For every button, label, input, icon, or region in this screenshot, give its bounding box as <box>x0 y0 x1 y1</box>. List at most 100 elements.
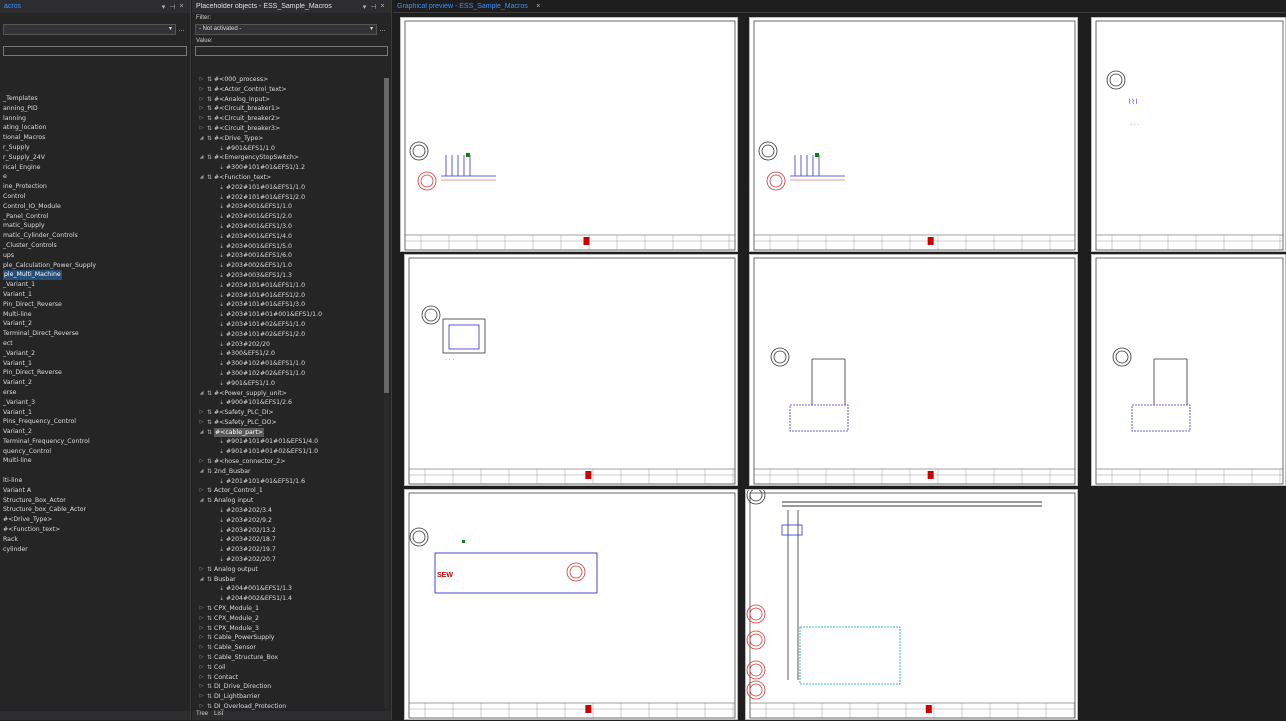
placeholder-tree-item[interactable]: ▷ ⇅ DI_Lightbarrier <box>192 692 381 702</box>
placeholder-tree-item[interactable]: ⇣ #201#101#01&EFS1/1.6 <box>192 477 381 487</box>
macro-tree-item[interactable]: ple_Multi_Machine <box>0 270 190 281</box>
placeholder-tree-item[interactable]: ⇣ #203#101#02&EFS1/2.0 <box>192 330 381 340</box>
placeholder-tree-item[interactable]: ▷ ⇅ CPX_Module_2 <box>192 614 381 624</box>
expand-arrow-icon[interactable]: ▷ <box>198 624 205 634</box>
macro-tree-item[interactable]: matic_Supply <box>0 221 190 231</box>
macro-tree-item[interactable]: tional_Macros <box>0 133 190 143</box>
scrollbar-thumb[interactable] <box>384 78 389 393</box>
macro-tree-item[interactable]: #<Drive_Type> <box>0 515 190 525</box>
macro-tree-item[interactable]: Control <box>0 192 190 202</box>
expand-arrow-icon[interactable]: ◢ <box>198 153 205 163</box>
schematic-sheet-preview[interactable] <box>745 489 1078 720</box>
placeholder-tree-item[interactable]: ⇣ #203#202/9.2 <box>192 516 381 526</box>
macros-value-input[interactable] <box>3 46 187 56</box>
macro-tree-item[interactable]: _Variant_3 <box>0 398 190 408</box>
placeholder-tree-item[interactable]: ⇣ #203#101#01&EFS1/2.0 <box>192 291 381 301</box>
placeholder-tree-item[interactable]: ⇣ #300#102#02&EFS1/1.0 <box>192 369 381 379</box>
expand-arrow-icon[interactable]: ◢ <box>198 428 205 438</box>
macro-tree-item[interactable]: lti-line <box>0 476 190 486</box>
placeholder-tree-item[interactable]: ⇣ #203#001&EFS1/1.0 <box>192 202 381 212</box>
placeholder-tree-item[interactable]: ⇣ #300#101#01&EFS1/1.2 <box>192 163 381 173</box>
placeholder-tree-item[interactable]: ▷ ⇅ Analog output <box>192 565 381 575</box>
value-input[interactable] <box>195 46 388 56</box>
placeholder-tree-item[interactable]: ◢ ⇅ #<Function_text> <box>192 173 381 183</box>
placeholder-tree-item[interactable]: ▷ ⇅ DI_Drive_Direction <box>192 682 381 692</box>
placeholder-tree-item[interactable]: ⇣ #202#101#01&EFS1/2.0 <box>192 193 381 203</box>
expand-arrow-icon[interactable]: ▷ <box>198 633 205 643</box>
placeholder-tree-item[interactable]: ◢ ⇅ 2nd_Busbar <box>192 467 381 477</box>
placeholder-tree-item[interactable]: ⇣ #900#101&EFS1/2.6 <box>192 398 381 408</box>
placeholder-tree-item[interactable]: ⇣ #203#202/3.4 <box>192 506 381 516</box>
schematic-sheet-preview[interactable] <box>749 254 1078 486</box>
placeholder-tree-item[interactable]: ◢ ⇅ #<cable_part> <box>192 427 381 438</box>
placeholder-tree-item[interactable]: ⇣ #203#202/19.7 <box>192 545 381 555</box>
expand-arrow-icon[interactable]: ▷ <box>198 643 205 653</box>
placeholder-tree-item[interactable]: ⇣ #203#101#01&EFS1/3.0 <box>192 300 381 310</box>
expand-arrow-icon[interactable]: ▷ <box>198 653 205 663</box>
placeholder-tree-item[interactable]: ▷ ⇅ Contact <box>192 673 381 683</box>
macro-tree-item[interactable]: ect <box>0 339 190 349</box>
schematic-sheet-preview[interactable]: ⌇⌇⌇ · · · <box>1091 17 1286 252</box>
macro-tree-item[interactable]: anning_PID <box>0 104 190 114</box>
macro-tree-item[interactable]: _Panel_Control <box>0 212 190 222</box>
expand-arrow-icon[interactable]: ▷ <box>198 457 205 467</box>
placeholder-tree-item[interactable]: ⇣ #901#101#01#01&EFS1/4.0 <box>192 437 381 447</box>
placeholder-tree-item[interactable]: ◢ ⇅ #<Drive_Type> <box>192 134 381 144</box>
expand-arrow-icon[interactable]: ◢ <box>198 575 205 585</box>
placeholder-tree-item[interactable]: ▷ ⇅ Cable_Structure_Box <box>192 653 381 663</box>
macro-tree-item[interactable]: Structure_box_Cable_Actor <box>0 505 190 515</box>
placeholder-tree-item[interactable]: ▷ ⇅ Actor_Control_1 <box>192 486 381 496</box>
placeholder-tree-item[interactable]: ⇣ #203#001&EFS1/2.0 <box>192 212 381 222</box>
close-icon[interactable]: × <box>378 3 387 10</box>
placeholder-tree-item[interactable]: ⇣ #901&EFS1/1.0 <box>192 144 381 154</box>
expand-arrow-icon[interactable]: ▷ <box>198 682 205 692</box>
placeholder-tree-item[interactable]: ⇣ #204#001&EFS1/1.3 <box>192 584 381 594</box>
macro-tree-item[interactable]: erse <box>0 388 190 398</box>
macro-tree-item[interactable]: Terminal_Frequency_Control <box>0 437 190 447</box>
placeholder-tree-item[interactable]: ▷ ⇅ DI_Overload_Protection <box>192 702 381 710</box>
expand-arrow-icon[interactable]: ▷ <box>198 104 205 114</box>
expand-arrow-icon[interactable]: ▷ <box>198 614 205 624</box>
placeholder-tree-item[interactable]: ⇣ #203#202/20.7 <box>192 555 381 565</box>
macro-tree-item[interactable]: ine_Protection <box>0 182 190 192</box>
macro-tree-item[interactable]: e <box>0 172 190 182</box>
macro-tree-item[interactable]: Control_IO_Module <box>0 202 190 212</box>
filter-select[interactable]: - Not activated - ▾ <box>195 24 377 35</box>
expand-arrow-icon[interactable]: ▷ <box>198 124 205 134</box>
macro-tree-item[interactable]: Structure_Box_Actor <box>0 496 190 506</box>
macro-tree-item[interactable]: Terminal_Direct_Reverse <box>0 329 190 339</box>
placeholder-tree-item[interactable]: ⇣ #203#003&EFS1/1.3 <box>192 271 381 281</box>
dropdown-icon[interactable]: ▾ <box>159 3 168 11</box>
placeholder-tree-item[interactable]: ▷ ⇅ #<Circuit_breaker2> <box>192 114 381 124</box>
expand-arrow-icon[interactable]: ▷ <box>198 408 205 418</box>
macro-tree-item[interactable]: Pin_Direct_Reverse <box>0 300 190 310</box>
macro-tree-item[interactable]: Variant A <box>0 486 190 496</box>
macro-tree-item[interactable]: r_Supply <box>0 143 190 153</box>
macro-tree-item[interactable]: matic_Cylinder_Controls <box>0 231 190 241</box>
macro-tree-item[interactable]: Variant_2 <box>0 378 190 388</box>
placeholder-tree-item[interactable]: ▷ ⇅ #<Circuit_breaker3> <box>192 124 381 134</box>
schematic-sheet-preview[interactable] <box>749 17 1078 252</box>
macro-tree-item[interactable]: _Variant_1 <box>0 280 190 290</box>
macro-tree-item[interactable]: cylinder <box>0 545 190 555</box>
placeholder-tree-item[interactable]: ▷ ⇅ #<Safety_PLC_DI> <box>192 408 381 418</box>
placeholder-tree-item[interactable]: ⇣ #203#101#02&EFS1/1.0 <box>192 320 381 330</box>
macro-tree-item[interactable]: rical_Engine <box>0 163 190 173</box>
placeholder-tree-item[interactable]: ⇣ #203#001&EFS1/4.0 <box>192 232 381 242</box>
macro-tree-item[interactable]: _Templates <box>0 94 190 104</box>
placeholder-tree-item[interactable]: ▷ ⇅ #<hose_connector_2> <box>192 457 381 467</box>
schematic-sheet-preview[interactable]: · · · <box>404 254 738 486</box>
placeholder-tree-item[interactable]: ▷ ⇅ CPX_Module_1 <box>192 604 381 614</box>
schematic-sheet-preview[interactable] <box>1091 254 1286 486</box>
expand-arrow-icon[interactable]: ▷ <box>198 663 205 673</box>
close-icon[interactable]: × <box>177 3 186 10</box>
macro-tree-item[interactable]: Pins_Frequency_Control <box>0 417 190 427</box>
macro-tree-item[interactable]: _Variant_2 <box>0 349 190 359</box>
placeholder-tree-item[interactable]: ⇣ #203#001&EFS1/6.0 <box>192 251 381 261</box>
placeholder-tree-item[interactable]: ▷ ⇅ CPX_Module_3 <box>192 624 381 634</box>
expand-arrow-icon[interactable]: ▷ <box>198 114 205 124</box>
placeholder-tree-item[interactable]: ⇣ #204#002&EFS1/1.4 <box>192 594 381 604</box>
macro-tree-item[interactable]: r_Supply_24V <box>0 153 190 163</box>
expand-arrow-icon[interactable]: ▷ <box>198 85 205 95</box>
macro-tree-item[interactable]: Pin_Direct_Reverse <box>0 368 190 378</box>
